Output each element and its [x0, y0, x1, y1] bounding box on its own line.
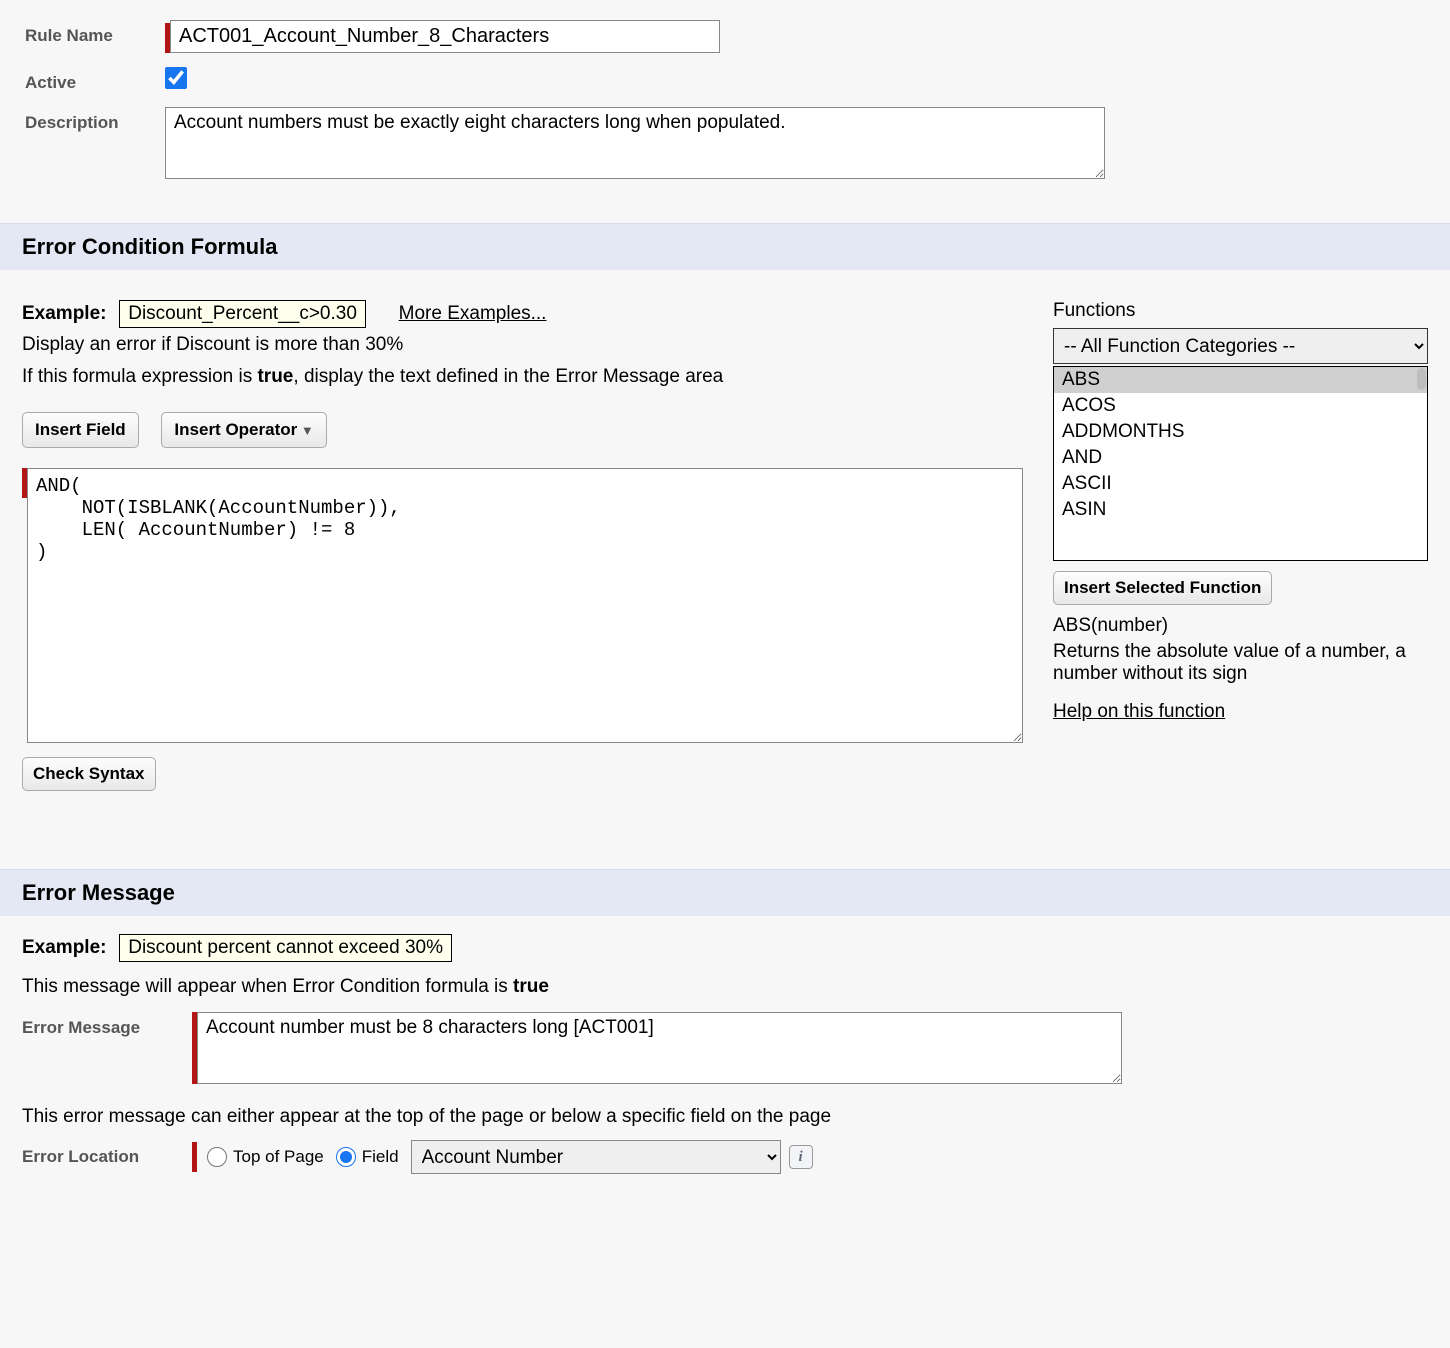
cond-text-1: If this formula expression is — [22, 366, 257, 387]
error-message-section-body: Example: Discount percent cannot exceed … — [0, 916, 1450, 1192]
errmsg-example-box: Discount percent cannot exceed 30% — [119, 934, 452, 962]
errmsg-hint-row: This message will appear when Error Cond… — [22, 976, 1428, 998]
error-location-hint: This error message can either appear at … — [22, 1106, 1428, 1128]
formula-section-body: Example: Discount_Percent__c>0.30 More E… — [0, 270, 1450, 809]
function-item[interactable]: ASCII — [1054, 471, 1427, 497]
formula-textarea-wrap — [22, 468, 1023, 743]
rule-name-input[interactable] — [170, 20, 720, 53]
error-message-section-header: Error Message — [0, 869, 1450, 916]
formula-left-column: Example: Discount_Percent__c>0.30 More E… — [22, 300, 1023, 791]
function-item[interactable]: ACOS — [1054, 393, 1427, 419]
field-radio-wrap: Field — [336, 1147, 399, 1167]
formula-two-column: Example: Discount_Percent__c>0.30 More E… — [22, 300, 1428, 791]
function-item[interactable]: ASIN — [1054, 497, 1427, 523]
top-of-page-label: Top of Page — [233, 1147, 324, 1167]
active-label: Active — [25, 67, 165, 93]
insert-selected-function-button[interactable]: Insert Selected Function — [1053, 571, 1272, 605]
check-syntax-button[interactable]: Check Syntax — [22, 757, 156, 791]
errmsg-hint-bold: true — [513, 976, 549, 997]
field-radio[interactable] — [336, 1147, 356, 1167]
errmsg-example-label: Example: — [22, 937, 106, 958]
description-value-wrap — [165, 107, 1425, 184]
description-textarea[interactable] — [165, 107, 1105, 179]
insert-operator-button[interactable]: Insert Operator — [161, 412, 326, 448]
help-on-function-link[interactable]: Help on this function — [1053, 701, 1225, 723]
formula-example-label: Example: — [22, 303, 106, 324]
check-syntax-row: Check Syntax — [22, 757, 1023, 791]
info-icon[interactable]: i — [789, 1145, 813, 1169]
error-location-label: Error Location — [22, 1147, 192, 1167]
function-item[interactable]: ABS — [1054, 367, 1427, 393]
functions-column: Functions -- All Function Categories -- … — [1053, 300, 1428, 791]
description-row: Description — [25, 107, 1425, 184]
active-row: Active — [25, 67, 1425, 93]
errmsg-hint-1: This message will appear when Error Cond… — [22, 976, 513, 997]
formula-example-hint: Display an error if Discount is more tha… — [22, 334, 1023, 356]
error-message-label: Error Message — [22, 1012, 192, 1038]
function-list-wrap: ABS ACOS ADDMONTHS AND ASCII ASIN — [1053, 366, 1428, 561]
rule-name-row: Rule Name — [25, 20, 1425, 53]
cond-text-2: , display the text defined in the Error … — [293, 366, 723, 387]
formula-button-row: Insert Field Insert Operator — [22, 412, 1023, 448]
formula-example-box: Discount_Percent__c>0.30 — [119, 300, 366, 328]
scrollbar-thumb-icon[interactable] — [1417, 368, 1426, 390]
function-item[interactable]: AND — [1054, 445, 1427, 471]
cond-text-bold: true — [257, 366, 293, 387]
top-of-page-radio-wrap: Top of Page — [207, 1147, 324, 1167]
rule-name-label: Rule Name — [25, 20, 165, 46]
error-message-row: Error Message — [22, 1012, 1428, 1084]
error-location-row: Error Location Top of Page Field Account… — [22, 1140, 1428, 1174]
function-listbox[interactable]: ABS ACOS ADDMONTHS AND ASCII ASIN — [1053, 366, 1428, 561]
formula-example-row: Example: Discount_Percent__c>0.30 More E… — [22, 300, 1023, 328]
required-bar-icon — [192, 1142, 197, 1172]
formula-section-header: Error Condition Formula — [0, 223, 1450, 270]
formula-condition-text: If this formula expression is true, disp… — [22, 366, 1023, 388]
function-item[interactable]: ADDMONTHS — [1054, 419, 1427, 445]
rule-name-value-wrap — [165, 20, 1425, 53]
vertical-gap — [0, 809, 1450, 869]
description-label: Description — [25, 107, 165, 133]
rule-header-section: Rule Name Active Description — [0, 0, 1450, 223]
error-message-textarea[interactable] — [197, 1012, 1122, 1084]
active-value-wrap — [165, 67, 1425, 89]
field-radio-label: Field — [362, 1147, 399, 1167]
function-category-select[interactable]: -- All Function Categories -- — [1053, 328, 1428, 364]
formula-textarea[interactable] — [27, 468, 1023, 743]
active-checkbox[interactable] — [165, 67, 187, 89]
function-signature: ABS(number) — [1053, 615, 1428, 637]
top-of-page-radio[interactable] — [207, 1147, 227, 1167]
error-location-field-select[interactable]: Account Number — [411, 1140, 781, 1174]
insert-field-button[interactable]: Insert Field — [22, 412, 139, 448]
errmsg-example-row: Example: Discount percent cannot exceed … — [22, 934, 1428, 962]
function-description: Returns the absolute value of a number, … — [1053, 641, 1428, 685]
functions-label: Functions — [1053, 300, 1428, 322]
more-examples-link[interactable]: More Examples... — [399, 303, 547, 324]
